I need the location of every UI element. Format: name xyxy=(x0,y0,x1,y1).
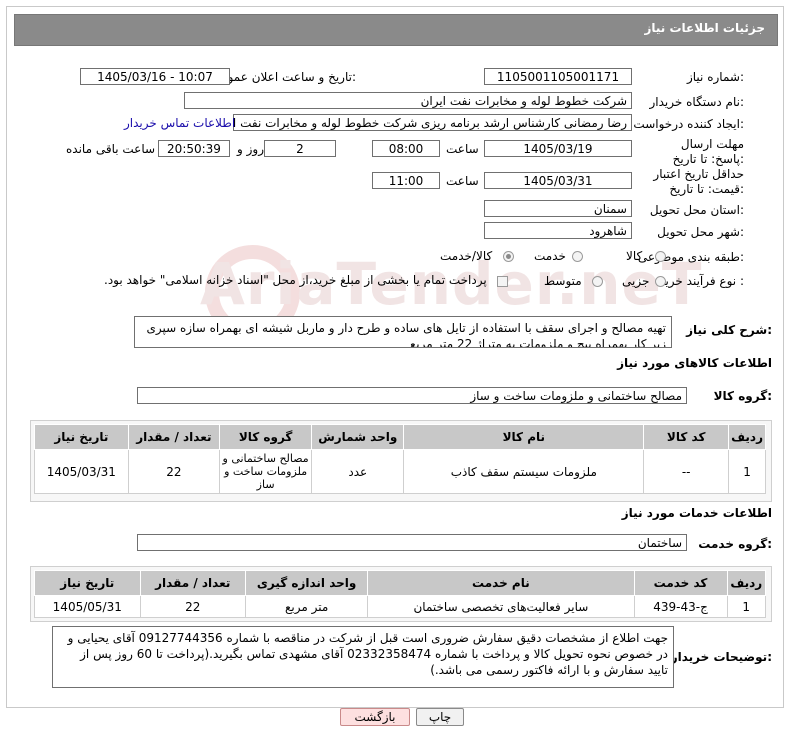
validity-date-field: 1405/03/31 xyxy=(484,172,632,189)
remaining-time-field: 20:50:39 xyxy=(158,140,230,157)
panel-header: جزئیات اطلاعات نیاز xyxy=(14,14,778,46)
purchase-option-partial: جزیی xyxy=(622,274,650,288)
purchase-option-medium: متوسط xyxy=(544,274,582,288)
back-button[interactable]: بازگشت xyxy=(340,708,410,726)
goods-cell-date: 1405/03/31 xyxy=(34,449,129,494)
days-field: 2 xyxy=(264,140,336,157)
announce-label: تاریخ و ساعت اعلان عمومی: xyxy=(211,70,356,84)
services-table: ردیف کد خدمت نام خدمت واحد اندازه گیری ت… xyxy=(34,570,766,618)
province-field: سمنان xyxy=(484,200,632,217)
purchase-radio-partial[interactable] xyxy=(655,276,666,287)
validity-label: حداقل تاریخ اعتبار قیمت: تا تاریخ: xyxy=(653,167,744,196)
goods-cell-code: -- xyxy=(643,449,730,494)
goods-col-name: نام کالا xyxy=(403,424,645,450)
category-radio-goods-service[interactable] xyxy=(503,251,514,262)
goods-group-label: گروه کالا: xyxy=(713,389,772,403)
category-option-service: خدمت xyxy=(534,249,566,263)
buyer-notes-field: جهت اطلاع از مشخصات دقیق سفارش ضروری است… xyxy=(52,626,674,688)
goods-table: ردیف کد کالا نام کالا واحد شمارش گروه کا… xyxy=(34,424,766,494)
treasury-payment-note: پرداخت تمام یا بخشی از مبلغ خرید،از محل … xyxy=(104,273,487,287)
treasury-payment-checkbox[interactable] xyxy=(497,276,508,287)
services-cell-name: سایر فعالیت‌های تخصصی ساختمان xyxy=(367,595,635,618)
need-number-label: شماره نیاز: xyxy=(686,70,744,84)
remaining-label: ساعت باقی مانده xyxy=(66,142,156,156)
services-cell-date: 1405/05/31 xyxy=(34,595,141,618)
goods-cell-unit: عدد xyxy=(311,449,405,494)
city-label: شهر محل تحویل: xyxy=(657,225,744,239)
goods-section-title: اطلاعات کالاهای مورد نیاز xyxy=(617,356,772,370)
services-cell-row: 1 xyxy=(726,595,766,618)
buyer-contact-link[interactable]: اطلاعات تماس خریدار xyxy=(124,116,235,130)
table-row: 1 ج-43-439 سایر فعالیت‌های تخصصی ساختمان… xyxy=(34,595,766,618)
goods-cell-group: مصالح ساختمانی و ملزومات ساخت و ساز xyxy=(219,449,313,494)
announce-field: 1405/03/16 - 10:07 xyxy=(80,68,230,85)
table-row: 1 -- ملزومات سیستم سقف کاذب عدد مصالح سا… xyxy=(34,449,766,494)
description-field: تهیه مصالح و اجرای سقف با استفاده از تای… xyxy=(134,316,672,348)
goods-cell-row: 1 xyxy=(728,449,766,494)
services-col-code: کد خدمت xyxy=(633,570,728,596)
goods-col-row: ردیف xyxy=(728,424,766,450)
services-group-label: گروه خدمت: xyxy=(698,537,772,551)
creator-field: رضا رمضانی کارشناس ارشد برنامه ریزی شرکت… xyxy=(233,114,632,131)
description-label: شرح کلی نیاز: xyxy=(686,323,772,337)
category-label: طبقه بندی موضوعی: xyxy=(637,250,744,264)
panel-title: جزئیات اطلاعات نیاز xyxy=(644,21,765,35)
goods-col-unit: واحد شمارش xyxy=(311,424,405,450)
purchase-type-label: نوع فرآیند خرید : xyxy=(659,274,744,288)
deadline-date-field: 1405/03/19 xyxy=(484,140,632,157)
buyer-org-label: نام دستگاه خریدار: xyxy=(649,95,745,109)
need-number-field: 1105001105001171 xyxy=(484,68,632,85)
category-option-goods-service: کالا/خدمت xyxy=(440,249,493,263)
services-cell-qty: 22 xyxy=(139,595,247,618)
category-radio-service[interactable] xyxy=(572,251,583,262)
goods-group-field: مصالح ساختمانی و ملزومات ساخت و ساز xyxy=(137,387,687,404)
category-radio-goods[interactable] xyxy=(655,251,666,262)
services-col-name: نام خدمت xyxy=(367,570,635,596)
days-label: روز و xyxy=(237,142,264,156)
services-col-date: تاریخ نیاز xyxy=(34,570,141,596)
goods-col-date: تاریخ نیاز xyxy=(34,424,129,450)
services-group-field: ساختمان xyxy=(137,534,687,551)
goods-cell-qty: 22 xyxy=(127,449,221,494)
deadline-label: مهلت ارسال پاسخ: تا تاریخ: xyxy=(672,137,744,166)
goods-col-code: کد کالا xyxy=(643,424,730,450)
creator-label: ایجاد کننده درخواست: xyxy=(633,117,744,131)
purchase-radio-medium[interactable] xyxy=(592,276,603,287)
goods-cell-name: ملزومات سیستم سقف کاذب xyxy=(403,449,645,494)
services-col-qty: تعداد / مقدار xyxy=(139,570,247,596)
goods-col-group: گروه کالا xyxy=(219,424,313,450)
category-option-goods: کالا xyxy=(626,249,643,263)
goods-col-qty: تعداد / مقدار xyxy=(127,424,221,450)
validity-hour-label: ساعت xyxy=(446,174,479,188)
print-button[interactable]: چاپ xyxy=(416,708,464,726)
services-cell-code: ج-43-439 xyxy=(633,595,728,618)
deadline-time-field: 08:00 xyxy=(372,140,440,157)
validity-time-field: 11:00 xyxy=(372,172,440,189)
province-label: استان محل تحویل: xyxy=(649,203,744,217)
services-cell-unit: متر مربع xyxy=(245,595,369,618)
services-section-title: اطلاعات خدمات مورد نیاز xyxy=(621,506,772,520)
deadline-hour-label: ساعت xyxy=(446,142,479,156)
buyer-notes-label: توضیحات خریدار: xyxy=(670,650,772,664)
services-col-unit: واحد اندازه گیری xyxy=(245,570,369,596)
services-col-row: ردیف xyxy=(726,570,766,596)
city-field: شاهرود xyxy=(484,222,632,239)
buyer-org-field: شرکت خطوط لوله و مخابرات نفت ایران xyxy=(184,92,632,109)
